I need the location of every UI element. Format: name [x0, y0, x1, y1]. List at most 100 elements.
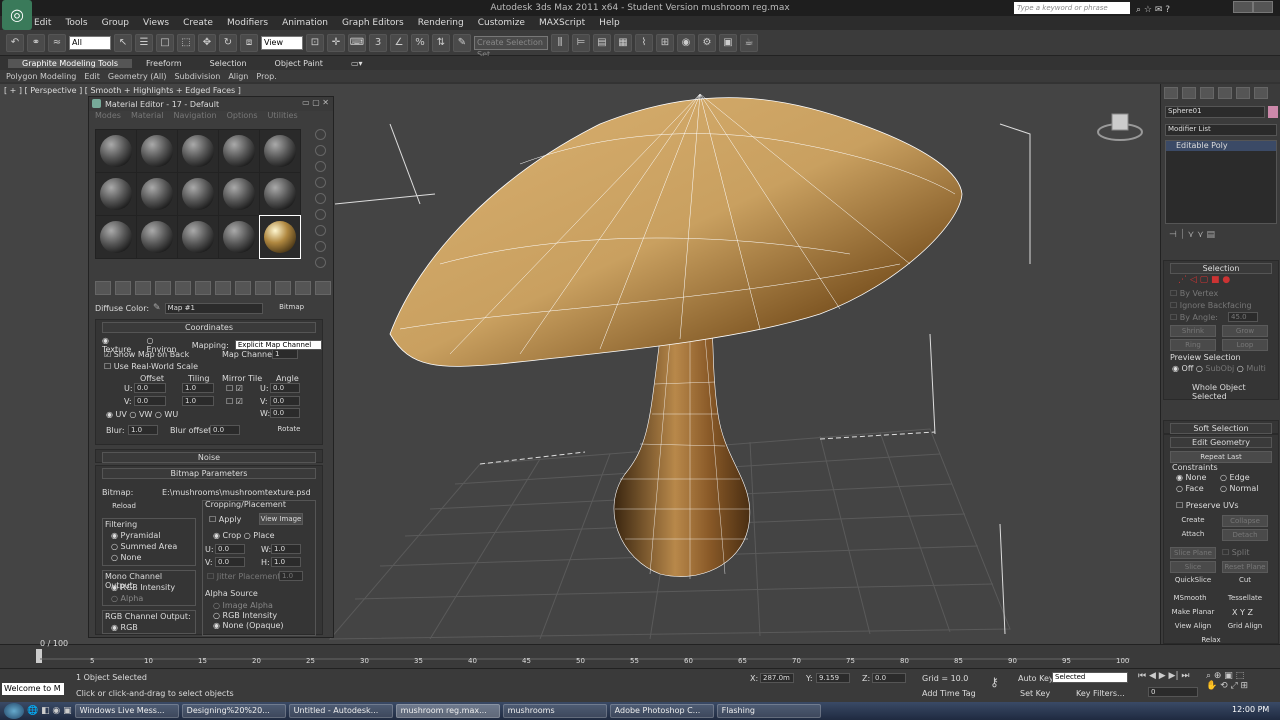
menu-edit[interactable]: Edit: [34, 18, 51, 28]
window-crossing-icon[interactable]: ⬚: [177, 33, 195, 52]
bitmap-path-button[interactable]: E:\mushrooms\mushroomtexture.psd: [162, 488, 311, 497]
selection-filter-dropdown[interactable]: All: [69, 35, 111, 50]
percent-snap-icon[interactable]: %: [411, 33, 429, 52]
material-editor-window[interactable]: Material Editor - 17 - Default ▭ ▢ ✕ Mod…: [88, 96, 334, 638]
show-end-result-icon[interactable]: [275, 281, 291, 295]
utilities-tab-icon[interactable]: [1254, 87, 1268, 99]
menu-graph-editors[interactable]: Graph Editors: [342, 18, 404, 28]
undo-icon[interactable]: ↶: [6, 33, 24, 52]
tab-selection[interactable]: Selection: [196, 59, 261, 68]
apply-checkbox[interactable]: ☐ Apply: [209, 515, 241, 524]
go-to-parent-icon[interactable]: [295, 281, 311, 295]
unlink-icon[interactable]: ≈: [48, 33, 66, 52]
crop-h-input[interactable]: 1.0: [271, 557, 301, 567]
search-input[interactable]: Type a keyword or phrase: [1014, 2, 1130, 14]
spinner-snap-icon[interactable]: ⇅: [432, 33, 450, 52]
preview-radios[interactable]: ◉ Off ○ SubObj ○ Multi: [1172, 364, 1266, 373]
constraint-none-radio[interactable]: ◉ None: [1176, 473, 1206, 482]
add-time-tag[interactable]: Add Time Tag: [922, 689, 976, 698]
rgb-intensity-alpha-radio[interactable]: ○ RGB Intensity: [213, 611, 277, 620]
menu-create[interactable]: Create: [183, 18, 213, 28]
move-icon[interactable]: ✥: [198, 33, 216, 52]
material-editor-window-controls[interactable]: ▭ ▢ ✕: [302, 98, 329, 107]
sample-slot[interactable]: [137, 173, 177, 215]
put-to-library-icon[interactable]: [215, 281, 231, 295]
crop-u-input[interactable]: 0.0: [215, 544, 245, 554]
v-offset-input[interactable]: 0.0: [134, 396, 166, 406]
assign-material-icon[interactable]: [135, 281, 151, 295]
rgb-radio[interactable]: ◉ RGB: [111, 623, 138, 632]
sample-slot[interactable]: [219, 130, 259, 172]
show-map-on-back-checkbox[interactable]: ☑ Show Map on Back: [104, 350, 189, 359]
sample-slot-active[interactable]: [259, 215, 301, 259]
taskbar-item-active[interactable]: mushroom reg.max...: [395, 704, 500, 718]
layer-manager-icon[interactable]: ▤: [593, 33, 611, 52]
material-editor-titlebar[interactable]: Material Editor - 17 - Default ▭ ▢ ✕: [89, 97, 333, 111]
grow-button[interactable]: Grow: [1222, 325, 1268, 337]
sample-slot[interactable]: [178, 130, 218, 172]
shrink-button[interactable]: Shrink: [1170, 325, 1216, 337]
menu-customize[interactable]: Customize: [478, 18, 525, 28]
angle-input[interactable]: 45.0: [1228, 312, 1258, 322]
cut-button[interactable]: Cut: [1222, 575, 1268, 587]
create-button[interactable]: Create: [1170, 515, 1216, 527]
soft-selection-header[interactable]: Soft Selection: [1170, 423, 1272, 434]
mono-rgb-intensity-radio[interactable]: ◉ RGB Intensity: [111, 583, 175, 592]
material-editor-icon[interactable]: ◉: [677, 33, 695, 52]
material-id-icon[interactable]: [235, 281, 251, 295]
jitter-checkbox[interactable]: ☐ Jitter Placement:: [207, 572, 283, 581]
subobject-level-icons[interactable]: ⋰ ◁ ▢ ■ ●: [1178, 275, 1230, 285]
jitter-input[interactable]: 1.0: [279, 571, 303, 581]
view-align-button[interactable]: View Align: [1170, 621, 1216, 633]
options-icon[interactable]: [315, 225, 326, 236]
menu-utilities[interactable]: Utilities: [268, 111, 298, 123]
menu-help[interactable]: Help: [599, 18, 620, 28]
keyboard-shortcut-icon[interactable]: ⌨: [348, 33, 366, 52]
sample-type-icon[interactable]: [315, 129, 326, 140]
sample-slot[interactable]: [219, 173, 259, 215]
menu-navigation[interactable]: Navigation: [173, 111, 216, 123]
slice-plane-button[interactable]: Slice Plane: [1170, 547, 1216, 559]
v-mirror-checkbox[interactable]: ☐ ☑: [226, 397, 243, 406]
constraint-face-radio[interactable]: ○ Face: [1176, 484, 1204, 493]
coordinates-header[interactable]: Coordinates: [102, 322, 316, 333]
quickslice-button[interactable]: QuickSlice: [1170, 575, 1216, 587]
taskbar-item[interactable]: Designing%20%20...: [181, 704, 286, 718]
y-coord-input[interactable]: 9.159: [816, 673, 850, 683]
collapse-button[interactable]: Collapse: [1222, 515, 1268, 527]
link-icon[interactable]: ⚭: [27, 33, 45, 52]
key-mode-dropdown[interactable]: Selected: [1052, 672, 1128, 683]
select-by-name-icon[interactable]: ☰: [135, 33, 153, 52]
reload-button[interactable]: Reload: [104, 501, 144, 513]
motion-tab-icon[interactable]: [1218, 87, 1232, 99]
playback-controls[interactable]: ⏮ ◀ ▶ ▶| ⏭: [1138, 671, 1189, 681]
subtab-align[interactable]: Align: [228, 72, 248, 81]
menu-material[interactable]: Material: [131, 111, 164, 123]
tab-object-paint[interactable]: Object Paint: [261, 59, 337, 68]
render-setup-icon[interactable]: ⚙: [698, 33, 716, 52]
get-material-icon[interactable]: [95, 281, 111, 295]
crop-w-input[interactable]: 1.0: [271, 544, 301, 554]
app-logo-icon[interactable]: ◎: [2, 0, 32, 30]
map-channel-input[interactable]: 1: [272, 349, 298, 359]
navigator-icon[interactable]: [315, 257, 326, 268]
uv-tiling-icon[interactable]: [315, 177, 326, 188]
stack-controls[interactable]: ⊣ ⏐ ⋎ ⋎ ▤: [1169, 230, 1215, 240]
pivot-icon[interactable]: ⊡: [306, 33, 324, 52]
sample-slot[interactable]: [96, 216, 136, 258]
menu-rendering[interactable]: Rendering: [418, 18, 464, 28]
crop-v-input[interactable]: 0.0: [215, 557, 245, 567]
ignore-backfacing-checkbox[interactable]: ☐ Ignore Backfacing: [1170, 301, 1252, 310]
u-mirror-checkbox[interactable]: ☐ ☑: [226, 384, 243, 393]
mono-alpha-radio[interactable]: ○ Alpha: [111, 594, 143, 603]
z-coord-input[interactable]: 0.0: [872, 673, 906, 683]
show-map-icon[interactable]: [255, 281, 271, 295]
scale-icon[interactable]: ⧈: [240, 33, 258, 52]
detach-button[interactable]: Detach: [1222, 529, 1268, 541]
background-icon[interactable]: [315, 161, 326, 172]
tab-freeform[interactable]: Freeform: [132, 59, 196, 68]
sample-slot[interactable]: [260, 173, 300, 215]
rect-selection-icon[interactable]: □: [156, 33, 174, 52]
sample-slot[interactable]: [219, 216, 259, 258]
noise-header[interactable]: Noise: [102, 452, 316, 463]
